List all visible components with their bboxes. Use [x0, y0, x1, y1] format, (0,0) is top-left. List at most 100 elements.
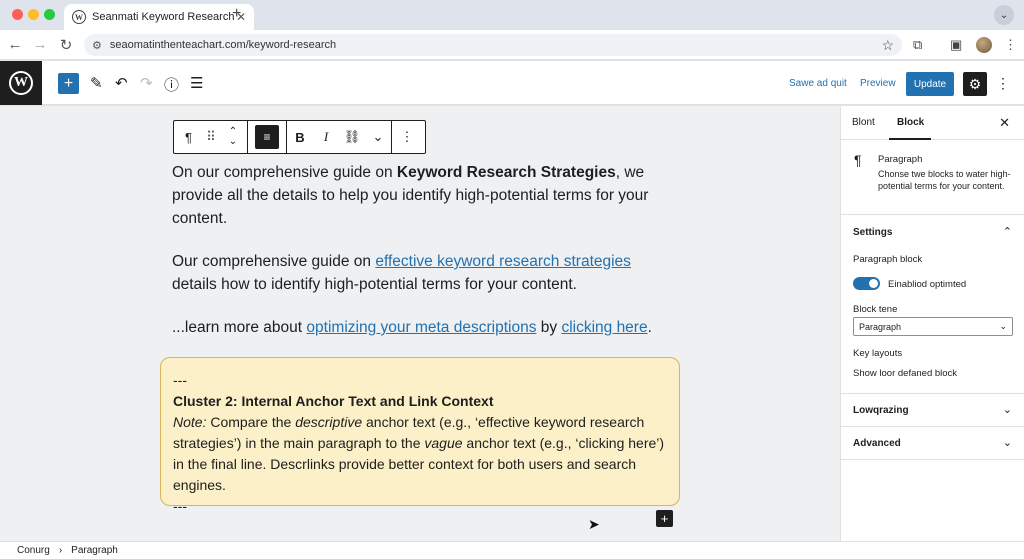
paragraph-3[interactable]: ...learn more about optimizing your meta… [172, 316, 672, 339]
key-layouts-label: Key layouts [853, 348, 903, 359]
note-em-descriptive: descriptive [295, 414, 363, 430]
undo-icon[interactable]: ↶ [115, 74, 128, 92]
close-sidebar-icon[interactable]: ✕ [999, 115, 1010, 131]
advanced-panel-header[interactable]: Advanced ⌄ [841, 427, 1024, 460]
note-body: Note: Compare the descriptive anchor tex… [173, 412, 667, 496]
block-options-icon[interactable]: ⋮ [392, 121, 422, 153]
minimize-window-button[interactable] [28, 9, 39, 20]
block-inserter-button[interactable]: + [58, 73, 79, 94]
update-button[interactable]: Update [906, 72, 954, 96]
note-callout[interactable]: --- Cluster 2: Internal Anchor Text and … [160, 357, 680, 514]
paragraph-block-icon[interactable]: ¶ [174, 121, 203, 153]
site-settings-icon[interactable]: ⚙ [92, 39, 102, 52]
wordpress-favicon-icon: W [72, 10, 86, 24]
lowgrading-panel-header[interactable]: Lowqrazing ⌄ [841, 394, 1024, 427]
browser-menu-icon[interactable]: ⋮ [1004, 37, 1017, 53]
block-tone-value: Paragraph [859, 321, 902, 332]
options-more-icon[interactable]: ⋮ [996, 75, 1010, 92]
paragraph-2[interactable]: Our comprehensive guide on effective key… [172, 250, 672, 296]
select-chevron-icon: ⌄ [999, 321, 1007, 331]
block-tone-label: Block tene [853, 304, 898, 315]
bold-button[interactable]: B [287, 121, 313, 153]
side-panel-icon[interactable]: ▣ [950, 37, 962, 53]
browser-tab[interactable]: W Seanmati Keyword Research ✕ [64, 4, 254, 30]
note-text-1: Compare the [206, 414, 296, 430]
settings-title: Settings [853, 227, 893, 238]
back-arrow-icon[interactable]: ← [6, 36, 24, 53]
editor-canvas: ¶ ⠿ ⌃ ⌄ ≡ B I ⛓ ⌄ ⋮ On our comprehensive … [0, 106, 840, 541]
block-card: ¶ Paragraph Chonse twe blocks to water h… [841, 140, 1024, 215]
settings-gear-icon[interactable]: ⚙ [963, 72, 987, 96]
note-label: Note: [173, 414, 207, 430]
block-card-title: Paragraph [878, 154, 923, 165]
align-left-icon: ≡ [255, 125, 279, 149]
p1-text-before: On our comprehensive guide on [172, 164, 397, 181]
lowgrading-title: Lowqrazing [853, 405, 909, 416]
paragraph-block-label: Paragraph block [853, 254, 923, 265]
p3-text-after: . [647, 319, 652, 336]
address-url[interactable]: seaomatinthenteachart.com/keyword-resear… [110, 39, 882, 51]
settings-sidebar: Blont Block ✕ ¶ Paragraph Chonse twe blo… [840, 106, 1024, 541]
tab-search-chevron-icon[interactable]: ⌄ [994, 5, 1014, 25]
extensions-puzzle-icon[interactable]: ⧉ [913, 37, 922, 53]
tab-post[interactable]: Blont [852, 117, 875, 128]
edit-pencil-icon[interactable]: ✎ [90, 74, 103, 92]
breadcrumb-current[interactable]: Paragraph [71, 545, 118, 556]
tab-title: Seanmati Keyword Research [92, 11, 235, 23]
forward-arrow-icon[interactable]: → [31, 36, 49, 53]
block-card-description: Chonse twe blocks to water high-potentia… [878, 169, 1011, 191]
note-em-vague: vague [424, 435, 463, 451]
link-icon[interactable]: ⛓ [339, 121, 365, 153]
breadcrumb-separator-icon: › [58, 545, 63, 556]
wordpress-logo-icon: W [9, 71, 33, 95]
close-window-button[interactable] [12, 9, 23, 20]
meta-descriptions-link[interactable]: optimizing your meta descriptions [306, 319, 536, 336]
breadcrumb-root[interactable]: Conurg [17, 545, 50, 556]
toggle-knob [869, 279, 878, 288]
align-button[interactable]: ≡ [248, 121, 286, 153]
redo-icon[interactable]: ↷ [140, 74, 153, 92]
block-tone-select[interactable]: Paragraph ⌄ [853, 317, 1013, 336]
toggle-label: Einabliod optimted [888, 279, 967, 290]
block-toolbar: ¶ ⠿ ⌃ ⌄ ≡ B I ⛓ ⌄ ⋮ [173, 120, 426, 154]
address-bar[interactable]: ⚙ seaomatinthenteachart.com/keyword-rese… [84, 34, 902, 56]
show-default-block-label[interactable]: Show loor defaned block [853, 368, 957, 379]
browser-tab-bar: W Seanmati Keyword Research ✕ + ⌄ [0, 0, 1024, 30]
chevron-down-icon: ⌄ [1002, 437, 1012, 449]
reload-icon[interactable]: ↻ [57, 36, 75, 54]
mouse-cursor-icon: ➤ [588, 516, 600, 532]
note-heading: Cluster 2: Internal Anchor Text and Link… [173, 393, 494, 409]
new-tab-icon[interactable]: + [232, 5, 241, 23]
details-info-icon[interactable]: ⓘ [164, 74, 179, 95]
add-block-button[interactable]: + [656, 510, 673, 527]
more-formats-chevron-icon[interactable]: ⌄ [365, 121, 391, 153]
drag-handle-icon[interactable]: ⠿ [203, 121, 219, 153]
sidebar-tabs: Blont Block ✕ [841, 106, 1024, 140]
p2-text-after: details how to identify high-potential t… [172, 276, 577, 293]
profile-avatar[interactable] [976, 37, 992, 53]
p3-text-middle: by [536, 319, 562, 336]
maximize-window-button[interactable] [44, 9, 55, 20]
advanced-title: Advanced [853, 438, 901, 449]
bookmark-star-icon[interactable]: ☆ [881, 37, 894, 54]
breadcrumb: Conurg › Paragraph [0, 541, 1024, 559]
paragraph-icon: ¶ [854, 152, 862, 168]
italic-button[interactable]: I [313, 121, 339, 153]
wordpress-logo-button[interactable]: W [0, 61, 42, 105]
effective-keyword-link[interactable]: effective keyword research strategies [375, 253, 631, 270]
save-draft-button[interactable]: Sawe ad quit [789, 78, 847, 89]
optimized-toggle[interactable] [853, 277, 880, 290]
move-up-down-icon[interactable]: ⌃ ⌄ [219, 121, 247, 153]
settings-panel-header[interactable]: Settings ⌃ [841, 216, 1024, 249]
tab-block[interactable]: Block [897, 117, 924, 128]
clicking-here-link[interactable]: clicking here [561, 319, 647, 336]
preview-button[interactable]: Preview [860, 78, 896, 89]
chevron-down-icon: ⌄ [1002, 404, 1012, 416]
list-view-icon[interactable]: ☰ [190, 74, 203, 92]
p3-text-before: ...learn more about [172, 319, 307, 336]
browser-toolbar: ← → ↻ ⚙ seaomatinthenteachart.com/keywor… [0, 30, 1024, 60]
p2-text-before: Our comprehensive guide on [172, 253, 376, 270]
paragraph-1[interactable]: On our comprehensive guide on Keyword Re… [172, 161, 672, 230]
chevron-up-icon: ⌃ [1002, 226, 1012, 238]
note-divider-bottom: --- [173, 498, 187, 514]
